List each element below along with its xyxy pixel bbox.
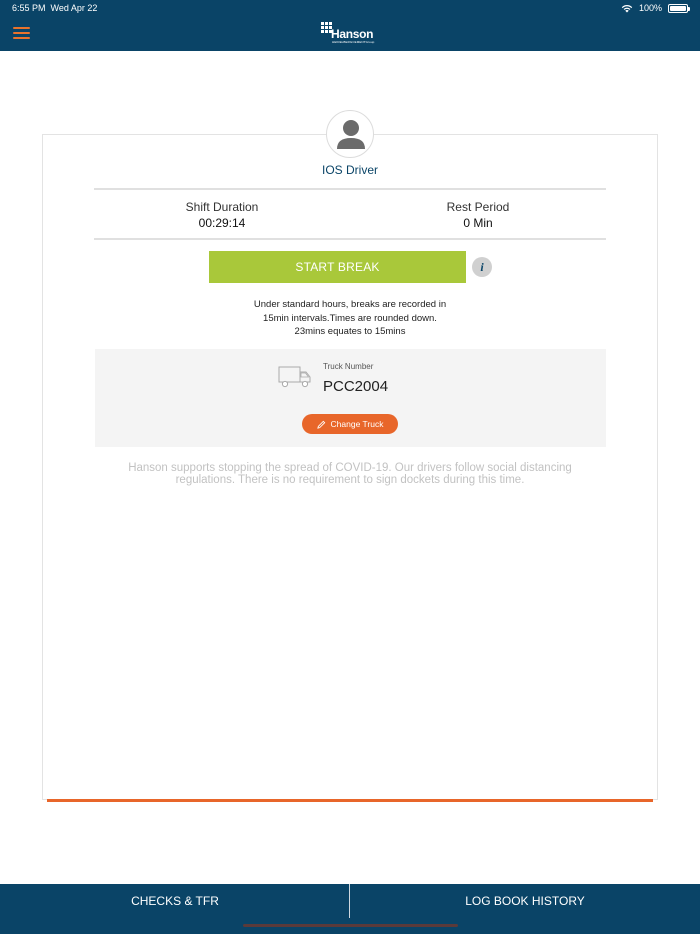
rest-period: Rest Period 0 Min — [350, 200, 606, 230]
shift-duration-value: 00:29:14 — [198, 216, 246, 230]
wifi-icon — [621, 4, 633, 12]
logo-text: Hanson — [331, 27, 374, 41]
covid-notice-line-2: regulations. There is no requirement to … — [175, 474, 525, 486]
hanson-logo: Hanson HEIDELBERGCEMENTGroup — [321, 22, 381, 46]
shift-duration-label: Shift Duration — [185, 200, 259, 214]
rest-period-value: 0 Min — [463, 216, 493, 230]
status-date: Wed Apr 22 — [50, 3, 98, 13]
covid-notice-line-1: Hanson supports stopping the spread of C… — [128, 462, 572, 474]
top-bar: 6:55 PM Wed Apr 22 100% Hanson HEIDELBER… — [0, 0, 700, 51]
hamburger-icon[interactable] — [13, 27, 30, 39]
truck-panel: Truck Number PCC2004 Change Truck — [95, 349, 606, 447]
card-accent-line — [47, 799, 653, 802]
bottom-nav: CHECKS & TFR LOG BOOK HISTORY — [0, 884, 700, 934]
shift-duration: Shift Duration 00:29:14 — [94, 200, 350, 230]
logo-subtext: HEIDELBERGCEMENTGroup — [332, 40, 375, 44]
break-note-line-3: 23mins equates to 15mins — [294, 326, 406, 337]
status-indicators: 100% — [621, 3, 690, 13]
tab-checks-tfr[interactable]: CHECKS & TFR — [0, 884, 350, 918]
logo-grid-icon — [321, 22, 332, 33]
start-break-button[interactable]: START BREAK — [209, 251, 466, 283]
truck-icon — [278, 366, 311, 388]
info-icon[interactable]: i — [472, 257, 492, 277]
change-truck-label: Change Truck — [330, 419, 384, 429]
truck-number-value: PCC2004 — [323, 378, 389, 395]
change-truck-button[interactable]: Change Truck — [302, 414, 398, 434]
shift-stats: Shift Duration 00:29:14 Rest Period 0 Mi… — [94, 188, 606, 240]
break-note-line-1: Under standard hours, breaks are recorde… — [253, 299, 447, 310]
status-time: 6:55 PM Wed Apr 22 — [12, 3, 97, 13]
pencil-icon — [316, 420, 325, 429]
break-note-line-2: 15min intervals.Times are rounded down. — [263, 312, 437, 324]
home-indicator[interactable] — [243, 924, 458, 927]
rest-period-label: Rest Period — [446, 200, 510, 214]
battery-icon — [668, 3, 690, 13]
user-icon — [326, 110, 374, 158]
status-clock: 6:55 PM — [12, 3, 46, 13]
break-note: Under standard hours, breaks are recorde… — [0, 298, 700, 339]
tab-log-book-history[interactable]: LOG BOOK HISTORY — [350, 884, 700, 918]
covid-notice: Hanson supports stopping the spread of C… — [0, 462, 700, 486]
battery-percent: 100% — [638, 3, 662, 13]
truck-number-label: Truck Number — [323, 362, 374, 371]
driver-name: IOS Driver — [321, 163, 378, 177]
